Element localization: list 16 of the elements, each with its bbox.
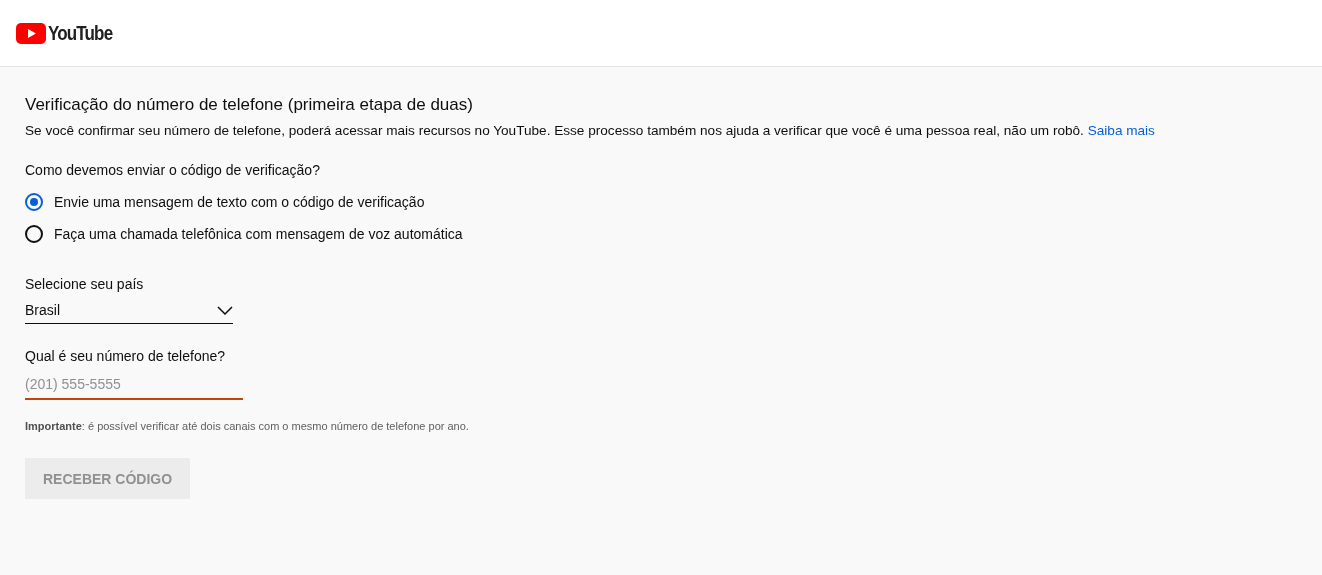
page-title: Verificação do número de telefone (primeira etapa de duas) bbox=[25, 95, 473, 115]
method-option[interactable]: Faça uma chamada telefônica com mensagem de voz automática bbox=[25, 218, 463, 250]
play-logo-icon bbox=[16, 22, 46, 44]
country-label: Selecione seu país bbox=[25, 276, 144, 292]
description-text: Se você confirmar seu número de telefone, poderá acessar mais recursos no YouTube. Esse processo também nos ajuda a verificar que você é uma pessoa real, não um robô. Saiba mais bbox=[25, 123, 1155, 138]
chevron-down-icon bbox=[217, 305, 233, 315]
radio-button[interactable] bbox=[25, 193, 43, 211]
method-question: Como devemos enviar o código de verificação? bbox=[25, 162, 320, 178]
phone-label: Qual é seu número de telefone? bbox=[25, 348, 226, 364]
method-option[interactable]: Envie uma mensagem de texto com o código de verificação bbox=[25, 186, 425, 218]
logo-text[interactable]: YouTube bbox=[48, 21, 113, 45]
note-text: Importante: é possível verificar até dois canais com o mesmo número de telefone por ano. bbox=[25, 420, 469, 432]
learn-more-link[interactable]: Saiba mais bbox=[1087, 123, 1155, 138]
phone-input-field[interactable]: (201) 555-5555 bbox=[25, 374, 243, 400]
radio-button[interactable] bbox=[25, 225, 43, 243]
country-dropdown[interactable]: Brasil bbox=[25, 302, 233, 324]
